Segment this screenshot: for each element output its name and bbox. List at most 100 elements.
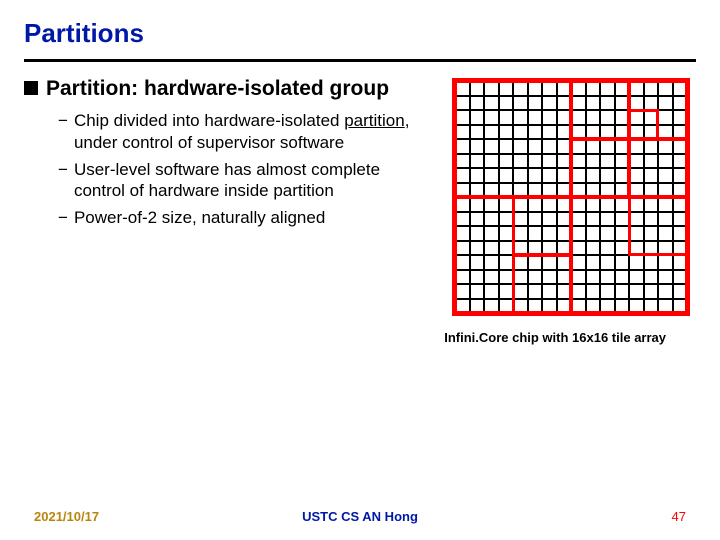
tile-cell xyxy=(528,299,543,314)
tile-cell xyxy=(455,255,470,270)
tile-cell xyxy=(499,125,514,140)
tile-cell xyxy=(571,139,586,154)
tile-cell xyxy=(499,183,514,198)
figure-column xyxy=(452,76,696,316)
tile-cell xyxy=(528,110,543,125)
tile-cell xyxy=(658,226,673,241)
tile-cell xyxy=(644,81,659,96)
list-item: −User-level software has almost complete… xyxy=(58,159,434,202)
tile-cell xyxy=(658,154,673,169)
tile-cell xyxy=(586,241,601,256)
tile-cell xyxy=(484,81,499,96)
tile-cell xyxy=(470,96,485,111)
tile-cell xyxy=(542,255,557,270)
tile-cell xyxy=(615,299,630,314)
tile-cell xyxy=(542,241,557,256)
tile-cell xyxy=(528,154,543,169)
tile-cell xyxy=(528,255,543,270)
tile-cell xyxy=(557,125,572,140)
tile-cell xyxy=(542,110,557,125)
tile-cell xyxy=(615,212,630,227)
tile-cell xyxy=(470,81,485,96)
tile-cell xyxy=(499,255,514,270)
tile-cell xyxy=(586,183,601,198)
tile-cell xyxy=(470,168,485,183)
tile-cell xyxy=(586,270,601,285)
tile-cell xyxy=(658,197,673,212)
tile-cell xyxy=(644,110,659,125)
tile-cell xyxy=(455,241,470,256)
tile-cell xyxy=(658,81,673,96)
tile-cell xyxy=(571,168,586,183)
tile-cell xyxy=(673,197,688,212)
tile-cell xyxy=(615,226,630,241)
tile-cell xyxy=(586,226,601,241)
tile-cell xyxy=(673,81,688,96)
tile-cell xyxy=(571,270,586,285)
tile-cell xyxy=(571,96,586,111)
tile-cell xyxy=(586,96,601,111)
tile-cell xyxy=(644,197,659,212)
tile-cell xyxy=(513,110,528,125)
tile-cell xyxy=(658,96,673,111)
tile-cell xyxy=(557,284,572,299)
tile-cell xyxy=(455,125,470,140)
tile-cell xyxy=(513,255,528,270)
section-heading-text: Partition: hardware-isolated group xyxy=(46,76,389,102)
tile-cell xyxy=(542,154,557,169)
tile-cell xyxy=(571,110,586,125)
tile-cell xyxy=(528,96,543,111)
tile-cell xyxy=(615,125,630,140)
footer-date: 2021/10/17 xyxy=(34,509,99,524)
tile-cell xyxy=(644,212,659,227)
tile-cell xyxy=(455,270,470,285)
tile-cell xyxy=(470,299,485,314)
tile-cell xyxy=(542,96,557,111)
tile-cell xyxy=(673,168,688,183)
tile-cell xyxy=(528,212,543,227)
tile-cell xyxy=(629,125,644,140)
tile-cell xyxy=(673,299,688,314)
tile-cell xyxy=(499,139,514,154)
tile-cell xyxy=(499,168,514,183)
tile-cell xyxy=(528,241,543,256)
tile-cell xyxy=(629,226,644,241)
tile-cell xyxy=(615,183,630,198)
tile-cell xyxy=(658,299,673,314)
tile-cell xyxy=(615,168,630,183)
tile-cell xyxy=(658,125,673,140)
tile-cell xyxy=(615,110,630,125)
tile-grid-cells xyxy=(455,81,687,313)
tile-cell xyxy=(644,168,659,183)
tile-cell xyxy=(470,139,485,154)
tile-cell xyxy=(600,154,615,169)
tile-cell xyxy=(658,110,673,125)
tile-cell xyxy=(615,255,630,270)
tile-cell xyxy=(470,125,485,140)
tile-cell xyxy=(513,197,528,212)
list-item-text: Power-of-2 size, naturally aligned xyxy=(74,207,325,228)
dash-icon: − xyxy=(58,207,68,228)
tile-cell xyxy=(484,212,499,227)
tile-cell xyxy=(484,241,499,256)
tile-cell xyxy=(600,241,615,256)
tile-cell xyxy=(484,226,499,241)
tile-cell xyxy=(499,110,514,125)
tile-cell xyxy=(484,125,499,140)
tile-cell xyxy=(571,154,586,169)
tile-cell xyxy=(658,168,673,183)
title-divider xyxy=(24,59,696,62)
tile-cell xyxy=(557,270,572,285)
tile-cell xyxy=(484,96,499,111)
tile-cell xyxy=(658,212,673,227)
section-heading: Partition: hardware-isolated group xyxy=(24,76,434,102)
tile-cell xyxy=(528,284,543,299)
tile-cell xyxy=(673,139,688,154)
tile-cell xyxy=(484,183,499,198)
tile-cell xyxy=(499,96,514,111)
tile-cell xyxy=(571,125,586,140)
tile-cell xyxy=(470,110,485,125)
tile-cell xyxy=(586,212,601,227)
tile-cell xyxy=(629,183,644,198)
tile-cell xyxy=(499,81,514,96)
